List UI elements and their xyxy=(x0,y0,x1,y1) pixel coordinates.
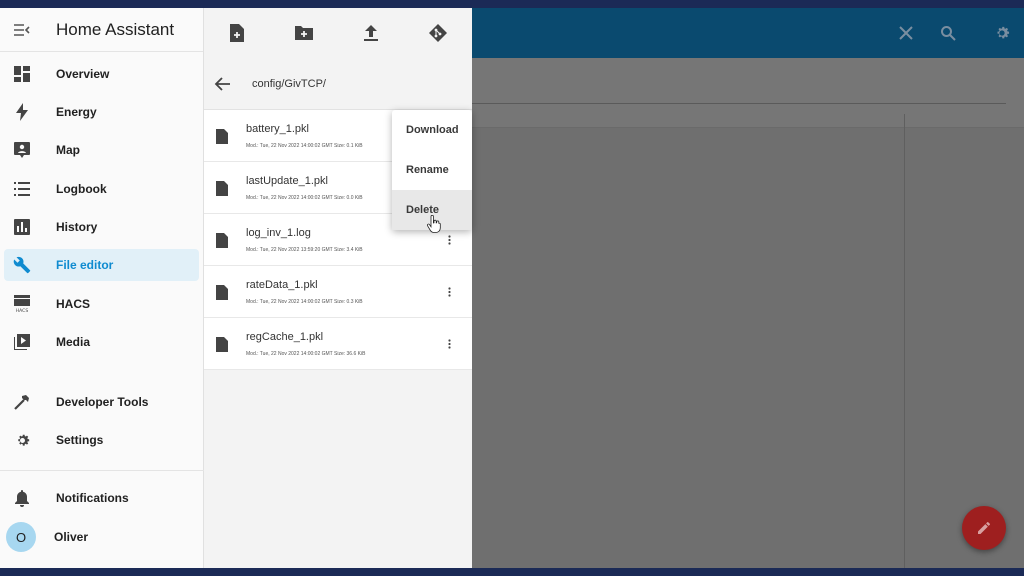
editor-divider xyxy=(904,114,905,568)
sidebar-item-map[interactable]: Map xyxy=(4,134,199,166)
menu-collapse-icon[interactable] xyxy=(12,20,32,40)
dashboard-icon xyxy=(13,65,31,83)
sidebar-item-label: File editor xyxy=(56,258,114,272)
file-browser-panel: config/GivTCP/ battery_1.pkl Mod.: Tue, … xyxy=(204,8,472,568)
sidebar-item-overview[interactable]: Overview xyxy=(4,58,199,90)
file-meta: Mod.: Tue, 22 Nov 2022 14:00:02 GMT Size… xyxy=(246,299,363,305)
file-name: battery_1.pkl xyxy=(246,123,309,135)
file-meta: Mod.: Tue, 22 Nov 2022 14:00:02 GMT Size… xyxy=(246,143,363,149)
sidebar-item-label: Logbook xyxy=(56,182,107,196)
sidebar-item-notifications[interactable]: Notifications xyxy=(4,482,199,514)
lightning-icon xyxy=(13,103,31,121)
current-path: config/GivTCP/ xyxy=(252,77,326,90)
file-name: rateData_1.pkl xyxy=(246,279,318,291)
sidebar-item-label: Settings xyxy=(56,433,104,447)
search-icon[interactable] xyxy=(936,21,960,45)
hand-cursor-icon xyxy=(427,215,441,233)
sidebar-header: Home Assistant xyxy=(0,8,203,52)
new-file-icon[interactable] xyxy=(226,22,248,44)
editor-input-underline xyxy=(472,103,1006,104)
sidebar: Home Assistant Overview Energy Map Logbo… xyxy=(0,8,204,568)
editor-header-bar xyxy=(472,8,1024,58)
new-folder-icon[interactable] xyxy=(293,22,315,44)
editor-toolbar xyxy=(472,58,1024,128)
user-name: Oliver xyxy=(54,530,89,544)
close-icon[interactable] xyxy=(894,21,918,45)
sidebar-item-label: Notifications xyxy=(56,491,129,505)
sidebar-item-history[interactable]: History xyxy=(4,211,199,243)
code-editor-area xyxy=(472,58,1024,568)
sidebar-item-label: HACS xyxy=(56,297,91,311)
gear-icon xyxy=(13,431,31,449)
sidebar-item-logbook[interactable]: Logbook xyxy=(4,173,199,205)
file-name: log_inv_1.log xyxy=(246,227,311,239)
sidebar-item-hacs[interactable]: HACS HACS xyxy=(4,288,199,320)
back-arrow-icon[interactable] xyxy=(212,74,232,94)
sidebar-divider xyxy=(0,470,204,471)
app-screen: Home Assistant Overview Energy Map Logbo… xyxy=(0,8,1024,568)
file-row-regcache[interactable]: regCache_1.pkl Mod.: Tue, 22 Nov 2022 14… xyxy=(204,318,472,370)
file-meta: Mod.: Tue, 22 Nov 2022 14:00:02 GMT Size… xyxy=(246,195,363,201)
sidebar-item-file-editor[interactable]: File editor xyxy=(4,249,199,281)
file-icon xyxy=(214,334,230,354)
sidebar-item-settings[interactable]: Settings xyxy=(4,424,199,456)
menu-item-download[interactable]: Download xyxy=(392,110,472,150)
git-icon[interactable] xyxy=(427,22,449,44)
file-meta: Mod.: Tue, 22 Nov 2022 14:00:02 GMT Size… xyxy=(246,351,366,357)
file-icon xyxy=(214,282,230,302)
sidebar-item-label: Overview xyxy=(56,67,110,81)
edit-fab-button[interactable] xyxy=(962,506,1006,550)
sidebar-item-profile[interactable]: O Oliver xyxy=(4,521,199,553)
hacs-icon: HACS xyxy=(13,295,31,313)
file-context-menu: Download Rename Delete xyxy=(392,110,472,230)
map-icon xyxy=(13,141,31,159)
hammer-icon xyxy=(13,393,31,411)
sidebar-item-label: Energy xyxy=(56,105,97,119)
file-icon xyxy=(214,230,230,250)
file-icon xyxy=(214,178,230,198)
svg-text:HACS: HACS xyxy=(16,308,29,313)
file-icon xyxy=(214,126,230,146)
wrench-icon xyxy=(13,256,31,274)
media-icon xyxy=(13,333,31,351)
menu-item-rename[interactable]: Rename xyxy=(392,150,472,190)
more-options-icon[interactable] xyxy=(444,232,454,248)
sidebar-item-label: Media xyxy=(56,335,91,349)
gear-icon[interactable] xyxy=(990,21,1014,45)
app-title: Home Assistant xyxy=(56,19,175,39)
history-chart-icon xyxy=(13,218,31,236)
bell-icon xyxy=(13,489,31,507)
sidebar-item-label: Developer Tools xyxy=(56,395,149,409)
upload-icon[interactable] xyxy=(360,22,382,44)
file-toolbar xyxy=(204,8,472,58)
sidebar-item-energy[interactable]: Energy xyxy=(4,96,199,128)
file-row-ratedata[interactable]: rateData_1.pkl Mod.: Tue, 22 Nov 2022 14… xyxy=(204,266,472,318)
pencil-icon xyxy=(978,521,990,534)
sidebar-item-label: History xyxy=(56,220,98,234)
sidebar-item-developer-tools[interactable]: Developer Tools xyxy=(4,386,199,418)
avatar: O xyxy=(6,522,36,552)
file-meta: Mod.: Tue, 22 Nov 2022 13:59:20 GMT Size… xyxy=(246,247,363,253)
file-name: regCache_1.pkl xyxy=(246,331,324,343)
logbook-icon xyxy=(13,180,31,198)
sidebar-item-media[interactable]: Media xyxy=(4,326,199,358)
more-options-icon[interactable] xyxy=(444,284,454,300)
more-options-icon[interactable] xyxy=(444,336,454,352)
file-name: lastUpdate_1.pkl xyxy=(246,175,328,187)
breadcrumb: config/GivTCP/ xyxy=(204,58,472,110)
sidebar-item-label: Map xyxy=(56,143,80,157)
